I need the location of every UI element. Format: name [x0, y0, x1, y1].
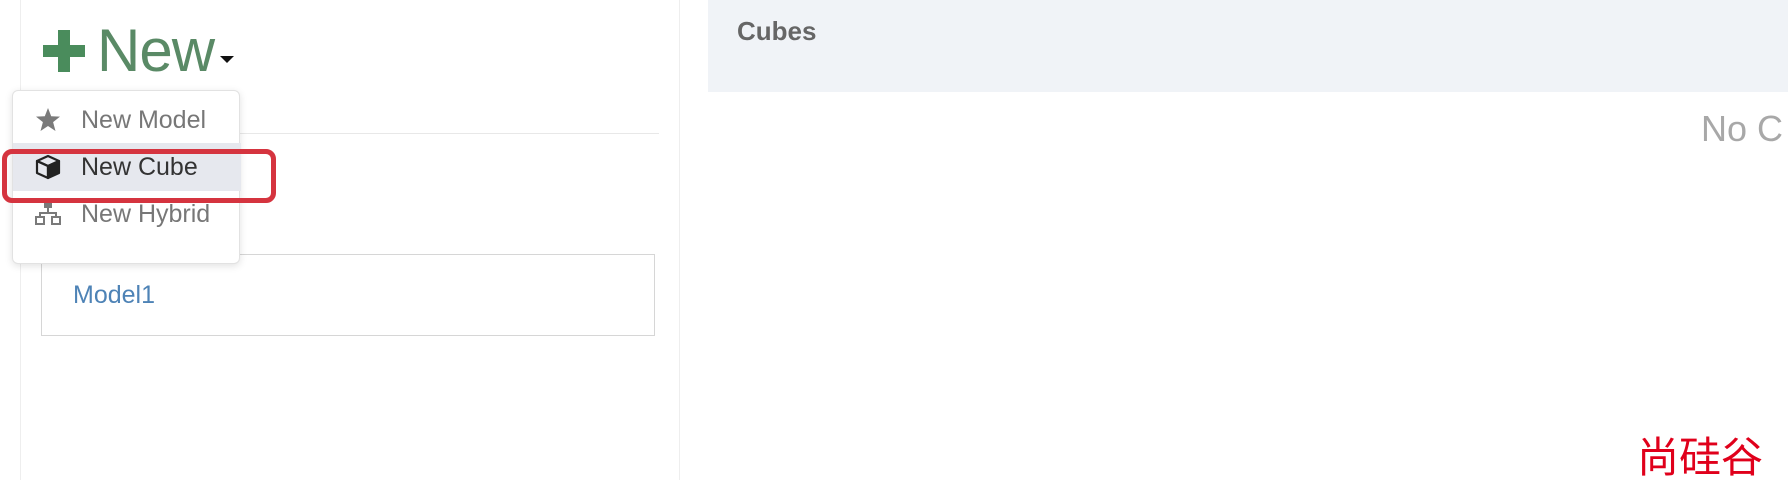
cube-icon: [35, 154, 61, 180]
new-button-label: New: [97, 17, 215, 84]
watermark: 尚硅谷: [1637, 433, 1764, 476]
model-link[interactable]: Model1: [73, 281, 155, 310]
plus-icon: [43, 30, 85, 72]
menu-item-new-model[interactable]: New Model: [13, 96, 241, 144]
menu-item-new-hybrid[interactable]: New Hybrid: [13, 190, 241, 238]
caret-down-icon: [220, 55, 235, 63]
cubes-panel-header: Cubes: [708, 0, 1788, 92]
model-list: Model1: [41, 254, 655, 336]
menu-item-label: New Model: [81, 105, 207, 134]
cubes-panel-title: Cubes: [737, 16, 817, 46]
new-dropdown-button[interactable]: New: [41, 16, 235, 86]
menu-item-new-cube[interactable]: New Cube: [13, 143, 241, 191]
new-dropdown-menu: New Model New Cube New Hybrid: [12, 90, 241, 264]
menu-item-label: New Hybrid: [81, 199, 211, 228]
empty-state-message: No C: [1701, 108, 1784, 149]
star-icon: [36, 108, 60, 131]
sitemap-icon: [35, 202, 61, 225]
menu-item-label: New Cube: [81, 152, 198, 181]
